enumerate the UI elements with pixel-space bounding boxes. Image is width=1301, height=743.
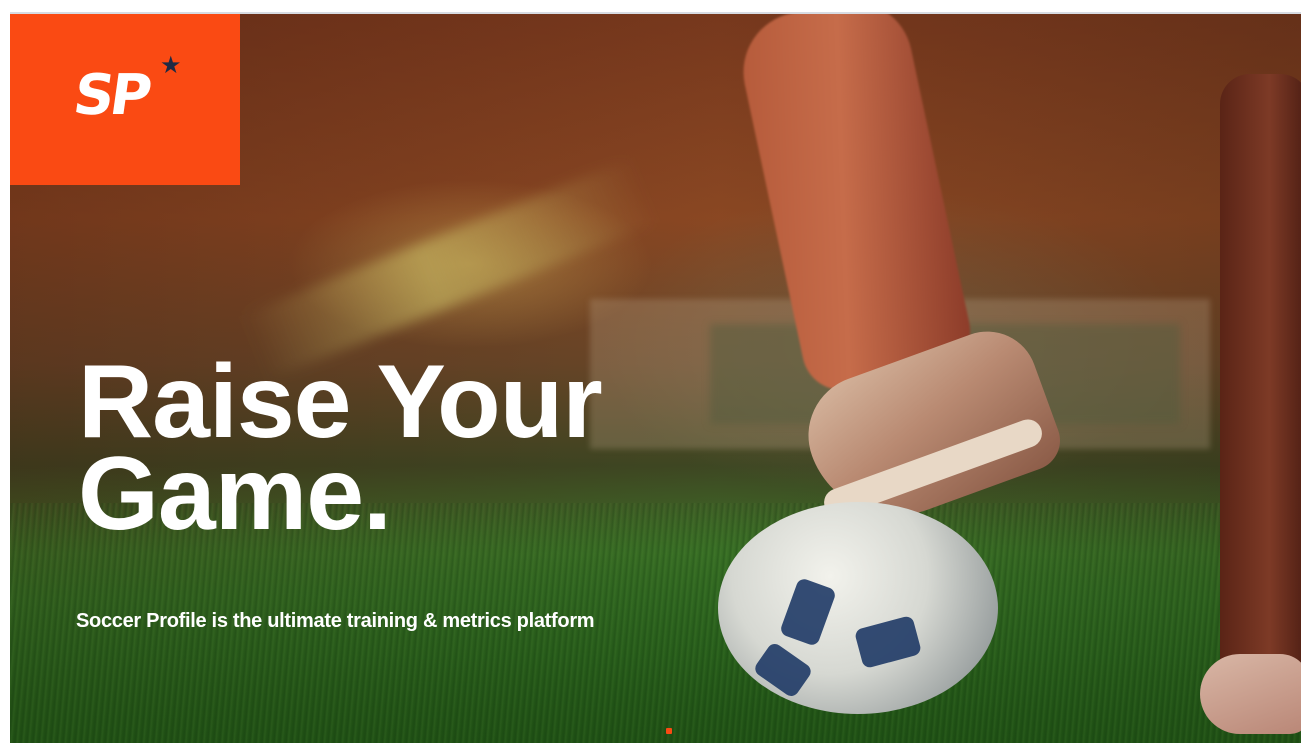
hero-slide: SP ★ Raise Your Game. Soccer Profile is … xyxy=(10,12,1301,743)
headline-line-2: Game. xyxy=(78,436,392,552)
logo-wordmark: SP xyxy=(69,63,153,128)
brand-logo[interactable]: SP ★ xyxy=(10,14,240,185)
player-right-cleat xyxy=(1200,654,1301,734)
hero-headline: Raise Your Game. xyxy=(78,350,603,546)
ball-panel xyxy=(778,576,838,648)
hero-tagline: Soccer Profile is the ultimate training … xyxy=(76,610,595,632)
slide-indicator xyxy=(666,728,672,734)
star-icon: ★ xyxy=(160,52,182,79)
ball-panel xyxy=(853,614,923,670)
player-right-leg xyxy=(1220,74,1301,694)
soccer-ball xyxy=(718,502,998,714)
